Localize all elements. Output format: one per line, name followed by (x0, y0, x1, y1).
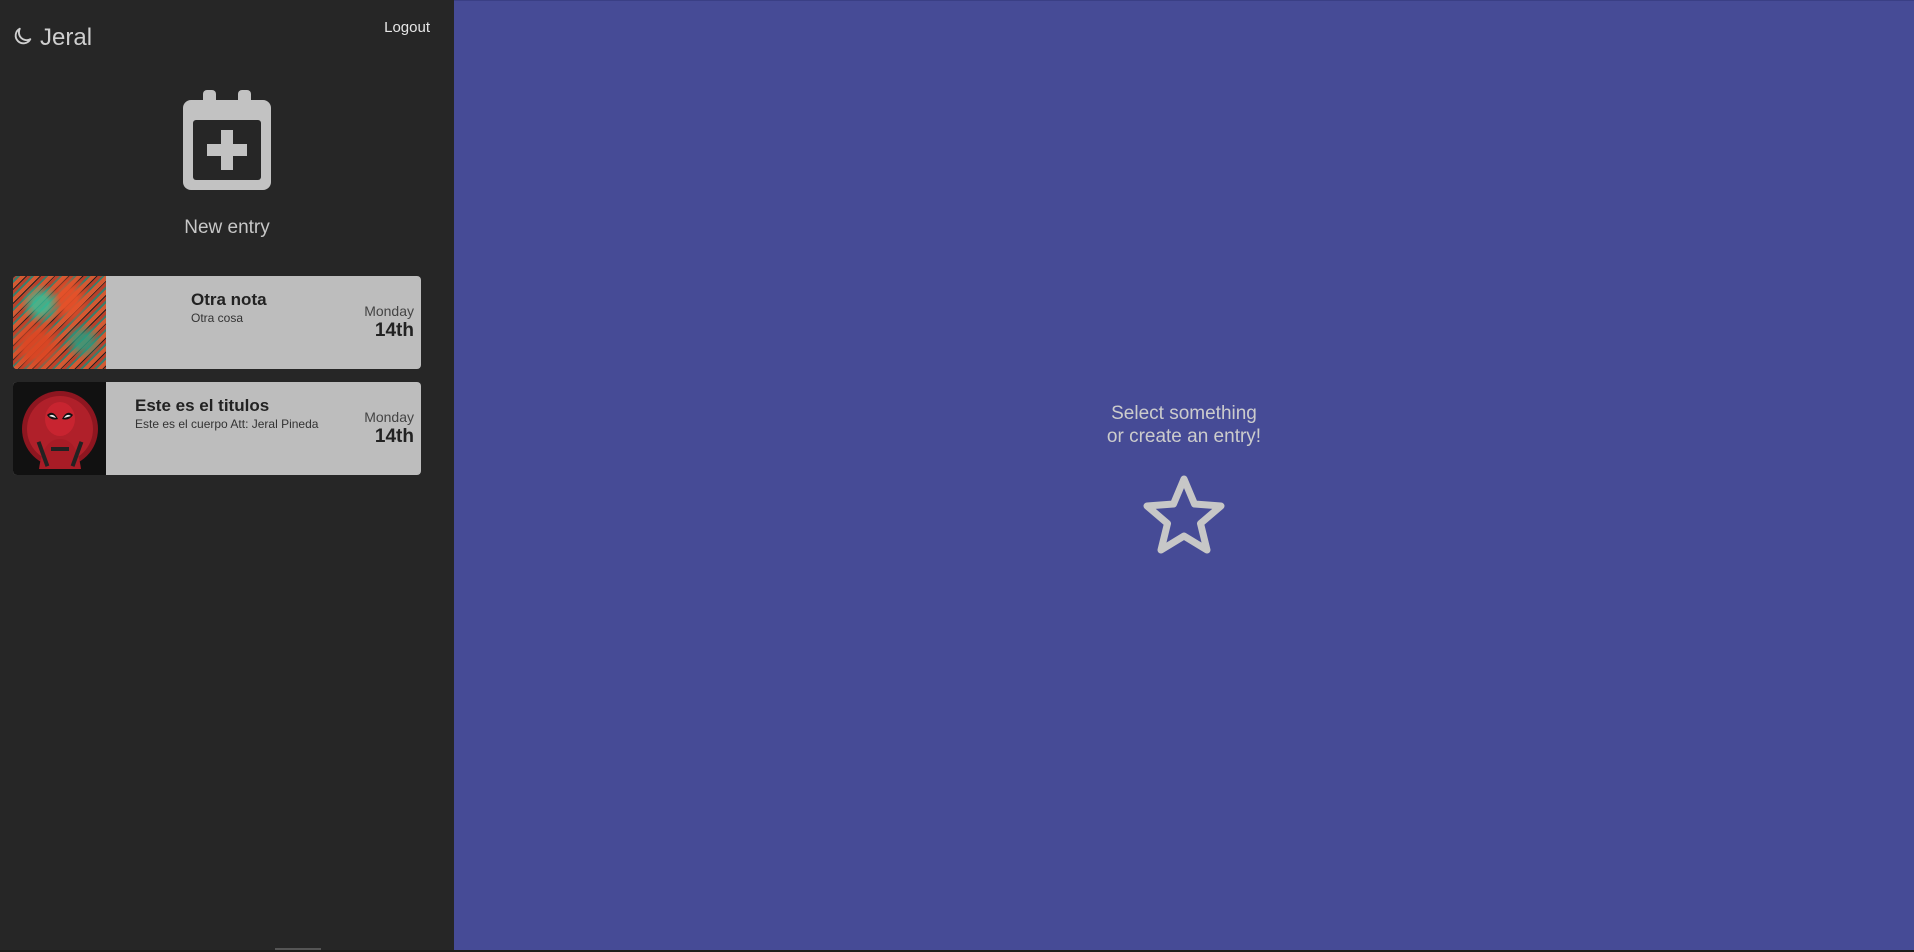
entry-card[interactable]: Otra nota Otra cosa Monday 14th (13, 276, 421, 369)
entries-list: Otra nota Otra cosa Monday 14th Este es … (13, 276, 421, 488)
entry-body: Otra nota Otra cosa Monday 14th (106, 276, 421, 369)
entry-date: Monday 14th (364, 303, 414, 342)
calendar-plus-icon (181, 88, 273, 197)
entry-thumbnail (13, 276, 106, 369)
new-entry-label: New entry (184, 217, 270, 238)
new-entry-button[interactable]: New entry (0, 88, 454, 239)
sidebar: Jeral Logout New entry Otra nota Otra co… (0, 0, 454, 950)
moon-icon (12, 25, 34, 52)
journal-app: Jeral Logout New entry Otra nota Otra co… (0, 0, 1914, 952)
entry-date: Monday 14th (364, 409, 414, 448)
entry-body: Este es el titulos Este es el cuerpo Att… (106, 382, 421, 475)
star-icon (454, 474, 1914, 558)
brand: Jeral (12, 24, 92, 52)
entry-date-number: 14th (374, 426, 414, 447)
entry-thumbnail (13, 382, 106, 475)
entry-title: Este es el titulos (135, 396, 270, 415)
entry-date-number: 14th (374, 320, 414, 341)
main-content: Select something or create an entry! (454, 0, 1914, 950)
empty-state-line-2: or create an entry! (1106, 426, 1262, 447)
entry-text: Este es el cuerpo Att: Jeral Pineda (135, 417, 319, 431)
logout-button[interactable]: Logout (384, 19, 430, 36)
entry-text: Otra cosa (191, 311, 244, 325)
entry-day: Monday (364, 409, 414, 425)
entry-card[interactable]: Este es el titulos Este es el cuerpo Att… (13, 382, 421, 475)
empty-state: Select something or create an entry! (454, 402, 1914, 558)
entry-title: Otra nota (191, 290, 267, 309)
brand-name: Jeral (40, 24, 93, 51)
empty-state-line-1: Select something (1111, 403, 1257, 424)
entry-day: Monday (364, 303, 414, 319)
